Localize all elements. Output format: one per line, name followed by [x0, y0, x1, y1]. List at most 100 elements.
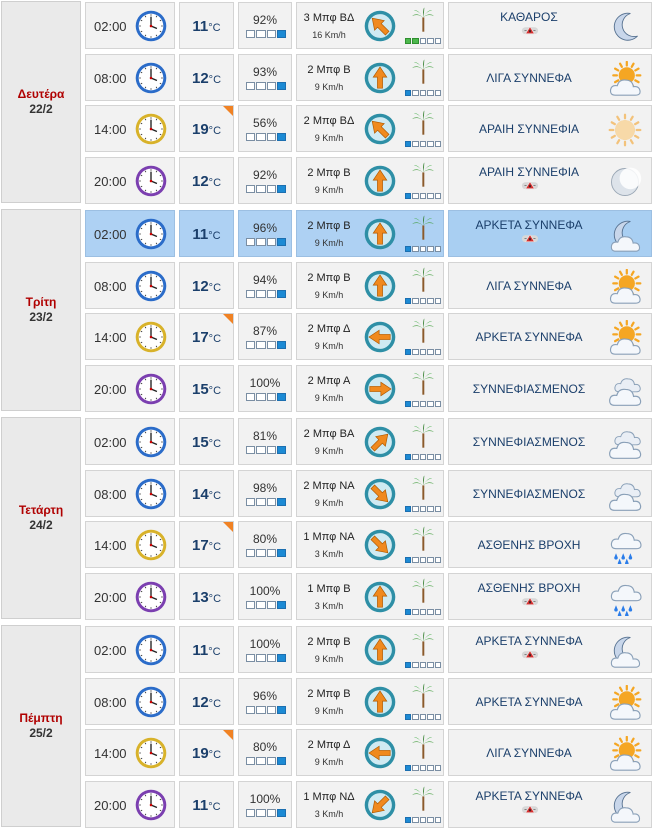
- wind-direction-icon: [363, 685, 397, 719]
- sun-cloud-icon: [607, 735, 643, 772]
- wind-strength-segment: [412, 608, 419, 615]
- wind-speed: 3 Km/h: [314, 808, 344, 819]
- wind-strength-segment: [427, 608, 434, 615]
- wind-strength-meter: [405, 349, 442, 356]
- wind-speed: 3 Km/h: [314, 600, 344, 611]
- humidity-meter-segment: [246, 341, 256, 350]
- wind-cell: 1 Μπφ Β 3 Km/h: [296, 572, 444, 620]
- time-label: 14:00: [94, 330, 127, 346]
- condition-cell: ΑΣΘΕΝΗΣ ΒΡΟΧΗ: [448, 572, 652, 620]
- mosquito-warning-icon: [513, 234, 547, 251]
- moon-cloud-icon: [607, 217, 643, 253]
- wind-strength-segment: [434, 349, 442, 356]
- temperature-unit: °C: [208, 333, 222, 346]
- humidity-meter-segment: [246, 30, 256, 38]
- wind-cell: 1 Μπφ ΝΔ 3 Km/h: [296, 780, 444, 828]
- humidity-meter: [246, 392, 286, 401]
- day-name: Δευτέρα: [17, 87, 65, 102]
- condition-label: ΑΡΚΕΤΑ ΣΥΝΝΕΦΑ: [475, 694, 583, 709]
- wind-strength-segment: [405, 454, 412, 460]
- clock-icon: [134, 9, 168, 43]
- humidity-meter-segment: [256, 184, 266, 193]
- day-name: Τετάρτη: [18, 503, 64, 518]
- wind-strength-segment: [405, 713, 412, 720]
- wind-cell: 2 Μπφ Β 9 Km/h: [296, 156, 444, 204]
- wind-beaufort: 3 Μπφ ΒΔ: [303, 12, 355, 24]
- wind-cell: 2 Μπφ Β 9 Km/h: [296, 53, 444, 101]
- wind-beaufort: 1 Μπφ Β: [307, 582, 351, 595]
- time-label: 20:00: [94, 381, 127, 397]
- humidity-cell: 100%: [238, 780, 292, 828]
- time-cell: 08:00: [85, 53, 175, 101]
- humidity-value: 98%: [252, 480, 278, 495]
- wind-strength-segment: [419, 400, 427, 407]
- temperature-cell: 11°C: [179, 626, 234, 673]
- time-label: 14:00: [94, 122, 127, 138]
- wind-strength-meter: [405, 89, 442, 96]
- humidity-cell: 56%: [238, 105, 292, 153]
- sun-cloud-icon: [607, 319, 643, 356]
- humidity-meter: [246, 238, 286, 246]
- clock-icon: [134, 477, 168, 511]
- humidity-meter-segment: [266, 341, 276, 350]
- day-label: Τρίτη 23/2: [1, 209, 81, 411]
- wind-strength-segment: [412, 38, 419, 44]
- wind-speed: 9 Km/h: [314, 133, 344, 144]
- wind-cell: 2 Μπφ Δ 9 Km/h: [296, 729, 444, 777]
- wind-cell: 2 Μπφ ΒΔ 9 Km/h: [296, 105, 444, 153]
- palm-tree-icon: [407, 631, 439, 657]
- time-cell: 08:00: [85, 677, 175, 725]
- wind-strength-segment: [434, 765, 442, 772]
- palm-tree-icon: [407, 734, 439, 760]
- wind-direction-icon: [363, 269, 397, 303]
- wind-strength-segment: [434, 38, 442, 44]
- humidity-value: 80%: [252, 740, 278, 755]
- wind-strength-segment: [412, 246, 419, 252]
- wind-beaufort: 2 Μπφ Β: [307, 166, 351, 179]
- wind-direction-icon: [363, 633, 397, 667]
- humidity-value: 87%: [252, 324, 278, 339]
- condition-cell: ΣΥΝΝΕΦΙΑΣΜΕΝΟΣ: [448, 418, 652, 465]
- wind-speed: 3 Km/h: [314, 549, 344, 560]
- humidity-meter-segment: [266, 184, 276, 193]
- wind-cell: 2 Μπφ Α 9 Km/h: [296, 364, 444, 412]
- temperature-cell: 12°C: [179, 53, 234, 101]
- wind-strength-segment: [434, 400, 442, 407]
- time-cell: 14:00: [85, 521, 175, 569]
- clock-icon: [134, 633, 168, 667]
- time-cell: 08:00: [85, 261, 175, 309]
- max-temp-flag-icon: [223, 522, 233, 533]
- humidity-meter: [246, 133, 286, 142]
- humidity-meter: [246, 549, 286, 558]
- condition-label: ΑΡΚΕΤΑ ΣΥΝΝΕΦΑ: [475, 788, 583, 803]
- mosquito-warning-icon: [513, 805, 547, 822]
- humidity-meter-segment: [246, 133, 256, 142]
- wind-speed: 9 Km/h: [314, 238, 344, 248]
- wind-strength-meter: [405, 816, 442, 823]
- wind-strength-segment: [427, 505, 434, 512]
- wind-strength-segment: [434, 505, 442, 512]
- wind-strength-segment: [405, 38, 412, 44]
- max-temp-flag-icon: [223, 730, 233, 741]
- time-label: 20:00: [94, 797, 127, 813]
- condition-label: ΑΡΚΕΤΑ ΣΥΝΝΕΦΑ: [475, 330, 583, 345]
- max-temp-flag-icon: [223, 106, 233, 117]
- temperature-unit: °C: [208, 489, 222, 502]
- humidity-cell: 96%: [238, 210, 292, 257]
- humidity-meter-segment: [256, 289, 266, 298]
- temperature-cell: 17°C: [179, 521, 234, 569]
- humidity-cell: 96%: [238, 677, 292, 725]
- humidity-meter: [246, 30, 286, 38]
- humidity-meter-segment: [276, 705, 286, 714]
- humidity-cell: 80%: [238, 521, 292, 569]
- temperature-cell: 14°C: [179, 469, 234, 517]
- wind-beaufort: 2 Μπφ ΝΑ: [303, 479, 355, 492]
- wind-strength-meter: [405, 192, 442, 199]
- humidity-meter-segment: [256, 705, 266, 714]
- time-cell: 02:00: [85, 418, 175, 465]
- wind-strength-segment: [412, 454, 419, 460]
- temperature-unit: °C: [208, 73, 222, 86]
- wind-strength-segment: [434, 297, 442, 304]
- wind-beaufort: 2 Μπφ Β: [307, 687, 351, 700]
- humidity-meter-segment: [256, 549, 266, 558]
